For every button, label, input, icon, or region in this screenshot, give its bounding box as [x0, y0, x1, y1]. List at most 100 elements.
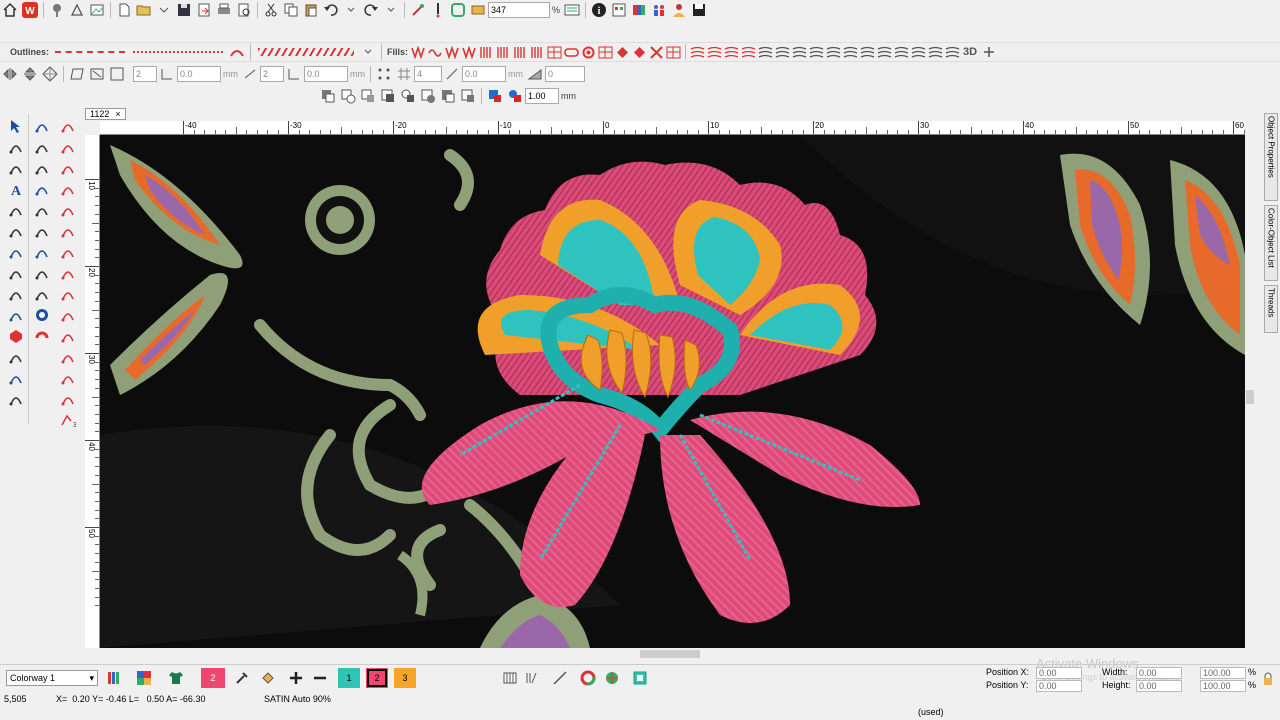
- fill-type-13-icon[interactable]: [615, 45, 630, 60]
- fill-effect-11-icon[interactable]: [860, 45, 875, 60]
- color-swatch-1[interactable]: 1: [338, 668, 360, 688]
- stitch-player-icon[interactable]: [410, 2, 426, 18]
- fill-effect-15-icon[interactable]: [928, 45, 943, 60]
- count-field[interactable]: 4: [414, 66, 442, 82]
- digitize-point-icon[interactable]: [34, 160, 50, 176]
- home-icon[interactable]: [2, 2, 18, 18]
- distance-field[interactable]: 0.0: [462, 66, 506, 82]
- offset-tool-icon[interactable]: [60, 328, 76, 344]
- fringe-tool-icon[interactable]: [60, 307, 76, 323]
- 3d-button[interactable]: 3D: [963, 46, 977, 58]
- color-shapes-2-icon[interactable]: [507, 88, 523, 104]
- triangle-shape-icon[interactable]: [60, 181, 76, 197]
- slow-redraw-icon[interactable]: [564, 2, 580, 18]
- array-icon[interactable]: [376, 66, 392, 82]
- fill-type-4-icon[interactable]: [462, 44, 477, 60]
- number-3-icon[interactable]: 3: [60, 412, 76, 428]
- redo-icon[interactable]: [363, 2, 379, 18]
- pattern-run-icon[interactable]: [60, 391, 76, 407]
- outline-zigzag-stitch[interactable]: [258, 48, 355, 56]
- array-grid-icon[interactable]: [396, 66, 412, 82]
- document-tab-close-icon[interactable]: ×: [115, 109, 120, 119]
- fill-type-2-icon[interactable]: [428, 45, 443, 60]
- skew-value-field[interactable]: 0.0: [177, 66, 221, 82]
- stitch-edit-icon[interactable]: [60, 349, 76, 365]
- machine-icon[interactable]: [470, 2, 486, 18]
- cut-icon[interactable]: [263, 2, 279, 18]
- curve-tool-icon[interactable]: [34, 244, 50, 260]
- hoop-icon[interactable]: [450, 2, 466, 18]
- new-file-icon[interactable]: [116, 2, 132, 18]
- fill-effect-7-icon[interactable]: [792, 45, 807, 60]
- flip-horizontal-icon[interactable]: [2, 66, 18, 82]
- ratio-icon[interactable]: [242, 66, 258, 82]
- fill-effect-3-icon[interactable]: [724, 45, 739, 60]
- lock-proportions-icon[interactable]: [1260, 671, 1276, 687]
- elements-icon[interactable]: [8, 244, 24, 260]
- weld-icon[interactable]: [420, 88, 436, 104]
- hoop-view-icon[interactable]: [632, 670, 648, 686]
- satin-tool-icon[interactable]: [60, 139, 76, 155]
- open-folder-icon[interactable]: [136, 2, 152, 18]
- select-pointer-icon[interactable]: [8, 118, 24, 134]
- rectangle-icon[interactable]: [34, 181, 50, 197]
- outline-dropdown-icon[interactable]: [360, 44, 376, 60]
- wilcom-logo-icon[interactable]: W: [22, 1, 38, 18]
- spacing-field[interactable]: 2: [260, 66, 284, 82]
- fill-effect-16-icon[interactable]: [945, 45, 960, 60]
- fill-effect-10-icon[interactable]: [843, 45, 858, 60]
- knife-icon[interactable]: [552, 670, 568, 686]
- monogram-icon[interactable]: [8, 202, 24, 218]
- position-y-field[interactable]: 0.00: [1036, 680, 1082, 692]
- house-shape-icon[interactable]: [60, 202, 76, 218]
- undo-dropdown-icon[interactable]: [343, 2, 359, 18]
- trim-icon[interactable]: [440, 88, 456, 104]
- applique-icon[interactable]: [8, 328, 24, 344]
- knife-icon[interactable]: [8, 286, 24, 302]
- rotate-icon[interactable]: [42, 66, 58, 82]
- contour-icon[interactable]: [8, 307, 24, 323]
- user-icon[interactable]: [671, 2, 687, 18]
- people-icon[interactable]: [651, 2, 667, 18]
- fill-type-6-icon[interactable]: [496, 45, 511, 60]
- print-icon[interactable]: [216, 2, 232, 18]
- gallery-icon[interactable]: [89, 2, 105, 18]
- document-tab[interactable]: 1122 ×: [85, 108, 126, 120]
- vertical-scroll-thumb[interactable]: [1246, 390, 1254, 404]
- fill-type-3-icon[interactable]: [445, 44, 460, 60]
- fill-type-10-icon[interactable]: [564, 45, 579, 60]
- scale-icon[interactable]: [89, 66, 105, 82]
- height-field[interactable]: 0.00: [1136, 680, 1182, 692]
- fill-effect-12-icon[interactable]: [877, 45, 892, 60]
- fill-effect-4-icon[interactable]: [741, 45, 756, 60]
- color-wheel-icon[interactable]: [580, 670, 596, 686]
- colorway-select[interactable]: Colorway 1 ▾: [6, 670, 98, 686]
- color-swatch-3[interactable]: 3: [394, 668, 416, 688]
- add-color-icon[interactable]: [288, 670, 304, 686]
- fill-type-7-icon[interactable]: [513, 45, 528, 60]
- outline-run-stitch[interactable]: [55, 51, 126, 53]
- color-spiral-icon[interactable]: [34, 307, 50, 323]
- save-as-icon[interactable]: [691, 2, 707, 18]
- fill-type-5-icon[interactable]: [479, 45, 494, 60]
- fill-effect-9-icon[interactable]: [826, 45, 841, 60]
- measure-icon[interactable]: [444, 66, 460, 82]
- fill-type-9-icon[interactable]: [547, 45, 562, 60]
- outline-backtrack-stitch[interactable]: [133, 51, 224, 53]
- design-canvas[interactable]: [100, 135, 1245, 648]
- paint-bucket-icon[interactable]: [260, 670, 276, 686]
- design-icon[interactable]: [69, 2, 85, 18]
- ellipse-icon[interactable]: [34, 202, 50, 218]
- color-swatch-2[interactable]: 2: [366, 668, 388, 688]
- fill-type-8-icon[interactable]: [530, 45, 545, 60]
- eyedropper-icon[interactable]: [234, 670, 250, 686]
- fill-effect-14-icon[interactable]: [911, 45, 926, 60]
- outline-width-field[interactable]: 1.00: [525, 88, 559, 104]
- copy-icon[interactable]: [283, 2, 299, 18]
- select-group-icon[interactable]: [8, 160, 24, 176]
- circle-shape-icon[interactable]: [34, 223, 50, 239]
- color-grid-icon[interactable]: [136, 670, 152, 686]
- node-edit-icon[interactable]: [8, 265, 24, 281]
- select-lasso-icon[interactable]: [8, 139, 24, 155]
- fill-type-12-icon[interactable]: [598, 45, 613, 60]
